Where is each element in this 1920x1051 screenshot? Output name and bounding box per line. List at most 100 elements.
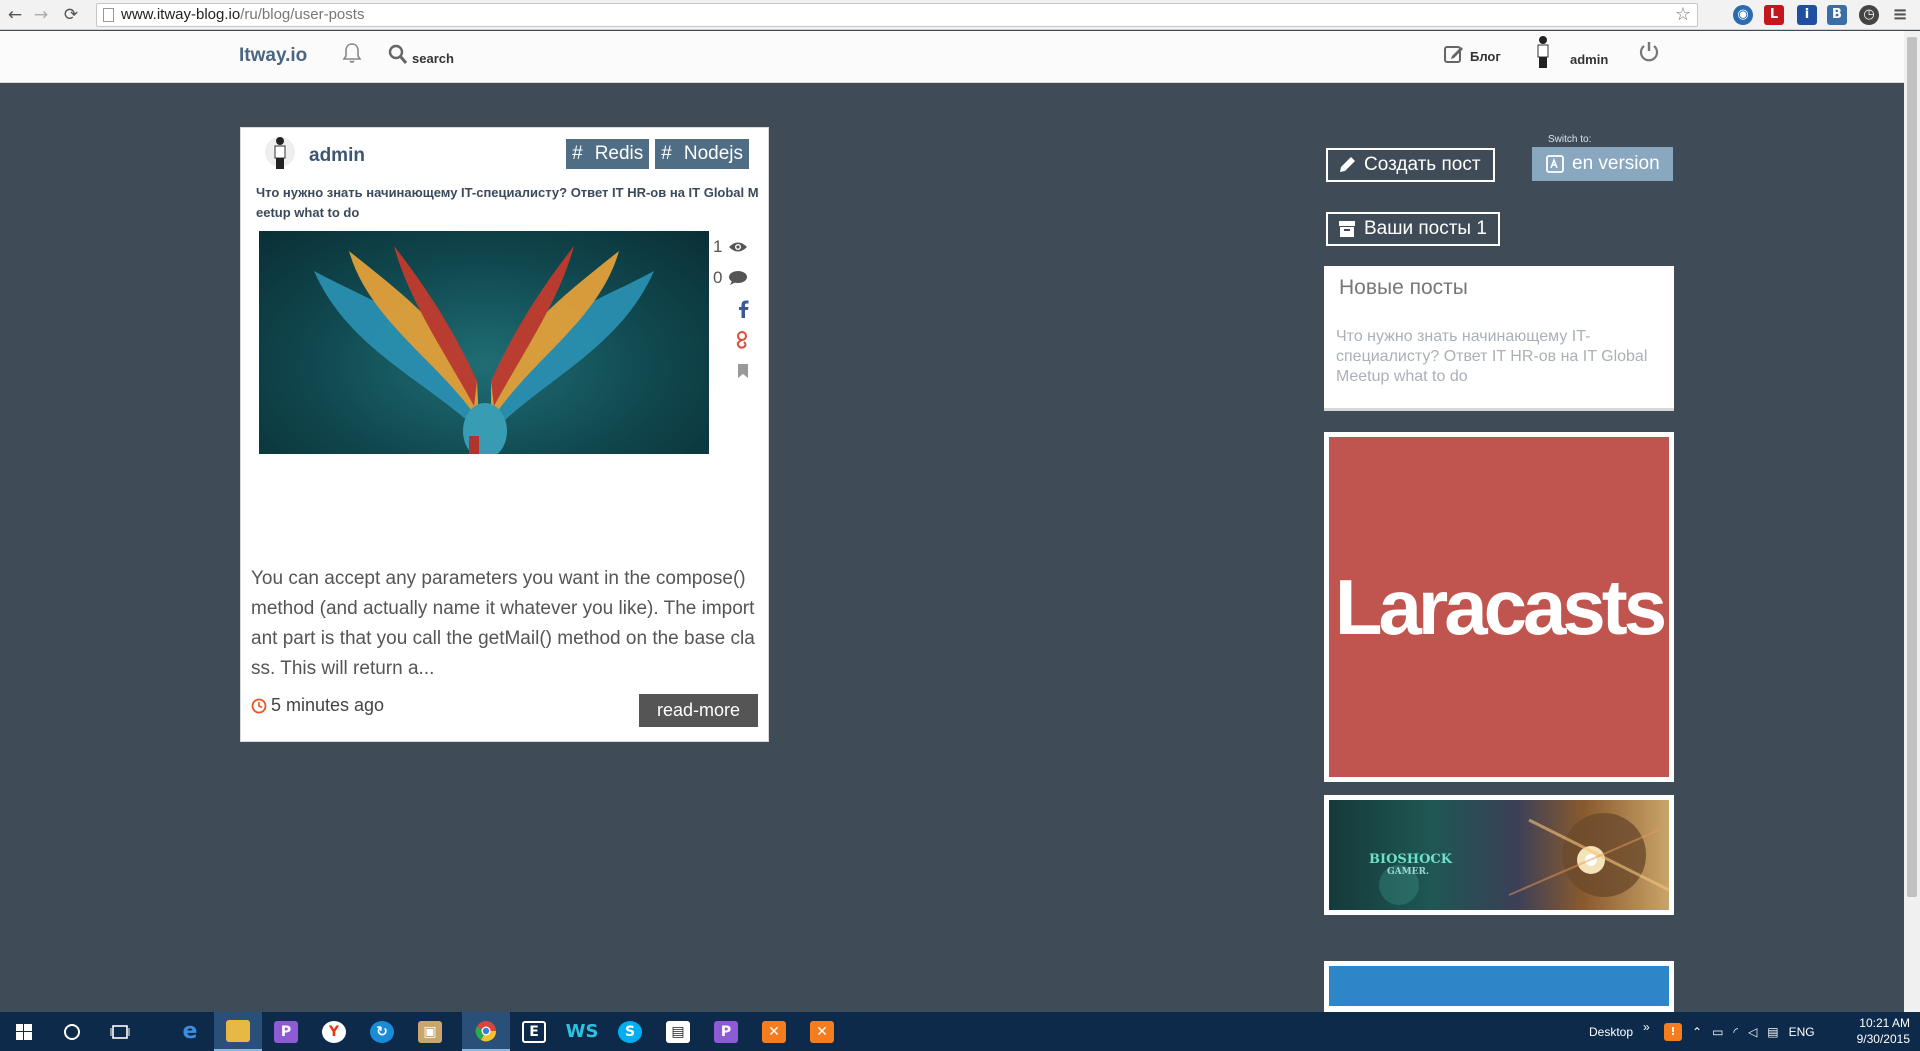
bioshock-subtitle: GAMER.	[1387, 867, 1430, 877]
laracasts-banner: Laracasts	[1329, 437, 1669, 777]
power-icon[interactable]	[1638, 41, 1660, 63]
site-logo[interactable]: Itway.io	[239, 45, 307, 67]
taskbar-skype[interactable]: S	[606, 1012, 654, 1051]
laracasts-ad[interactable]: Laracasts	[1324, 432, 1674, 782]
vk-extension-icon[interactable]: B	[1827, 5, 1847, 25]
xampp-tray-icon[interactable]: !	[1664, 1022, 1682, 1041]
taskbar-edge[interactable]: e	[166, 1012, 214, 1051]
author-name[interactable]: admin	[309, 145, 365, 167]
post-title[interactable]: Что нужно знать начинающему IT-специалис…	[256, 183, 761, 223]
switch-label: Switch to:	[1548, 134, 1592, 145]
create-post-button[interactable]: Создать пост	[1326, 148, 1495, 182]
back-button[interactable]: ←	[4, 4, 26, 26]
bioshock-title: BIOSHOCK GAMER.	[1369, 852, 1452, 877]
desktop-toolbar[interactable]: Desktop »	[1589, 1012, 1650, 1051]
webstorm-icon: WS	[565, 1021, 599, 1042]
taskbar-xampp-2[interactable]: ✕	[798, 1012, 846, 1051]
bookmark-button[interactable]	[713, 355, 763, 386]
new-posts-widget: Новые посты Что нужно знать начинающему …	[1324, 266, 1674, 411]
archive-icon	[1339, 221, 1355, 237]
page-icon	[103, 8, 114, 22]
phpstorm-icon: P	[714, 1020, 738, 1043]
blog-link[interactable]: Блог	[1444, 43, 1501, 64]
bookmark-star-icon[interactable]: ☆	[1675, 4, 1691, 26]
bioshock-ad[interactable]: BIOSHOCK GAMER.	[1324, 795, 1674, 915]
reload-icon: ⟳	[63, 5, 79, 25]
facebook-share[interactable]	[713, 293, 763, 324]
forward-button[interactable]: →	[30, 4, 52, 26]
url-host: www.itway-blog.io	[121, 6, 241, 23]
task-view-button[interactable]	[96, 1012, 144, 1051]
post-card: admin # Redis # Nodejs Что нужно знать н…	[240, 127, 769, 742]
lastpass-extension-icon[interactable]: L	[1764, 5, 1784, 25]
new-posts-title: Новые посты	[1339, 276, 1468, 299]
new-post-link[interactable]: Что нужно знать начинающему IT-специалис…	[1336, 327, 1668, 387]
scrollbar-thumb[interactable]	[1907, 37, 1917, 897]
volume-icon[interactable]: ◁	[1748, 1025, 1757, 1039]
wifi-icon[interactable]: ◜	[1733, 1025, 1738, 1039]
en-version-button[interactable]: en version	[1532, 147, 1673, 181]
views-count: 1	[713, 236, 723, 256]
tag-hash: #	[661, 143, 672, 164]
bookmark-icon	[738, 363, 748, 378]
taskbar-chrome[interactable]	[462, 1012, 510, 1051]
bioshock-title-text: BIOSHOCK	[1369, 852, 1453, 867]
taskbar-webstorm[interactable]: WS	[558, 1012, 606, 1051]
taskbar-yandex[interactable]: Y	[310, 1012, 358, 1051]
system-clock[interactable]: 10:21 AM 9/30/2015	[1857, 1015, 1910, 1047]
taskbar-phpstorm-2[interactable]: P	[702, 1012, 750, 1051]
tray-expand-icon[interactable]: ⌃	[1692, 1025, 1702, 1039]
post-time-text: 5 minutes ago	[271, 695, 385, 715]
clock-time: 10:21 AM	[1859, 1016, 1910, 1030]
page-scrollbar[interactable]	[1904, 31, 1920, 1012]
notification-icon[interactable]: ▤	[1767, 1025, 1778, 1039]
phpstorm-icon: P	[274, 1020, 298, 1043]
bell-icon[interactable]	[340, 41, 364, 65]
taskbar-explorer[interactable]	[214, 1012, 262, 1051]
your-posts-button[interactable]: Ваши посты 1	[1326, 212, 1500, 246]
chrome-menu-icon[interactable]: ≡	[1890, 5, 1910, 25]
blue-ad[interactable]	[1324, 961, 1674, 1012]
search-trigger[interactable]: search	[388, 43, 454, 67]
tag-redis[interactable]: # Redis	[566, 139, 650, 169]
taskbar-editor[interactable]: E	[510, 1012, 558, 1051]
pencil-icon	[1340, 157, 1355, 172]
author-avatar[interactable]	[265, 134, 295, 170]
task-view-icon	[110, 1024, 130, 1039]
media-icon: ▣	[418, 1020, 442, 1043]
clock-extension-icon[interactable]: ◷	[1859, 5, 1879, 25]
battery-icon[interactable]: ▭	[1712, 1025, 1723, 1039]
post-stats: 1 0	[713, 231, 763, 386]
cortana-button[interactable]	[48, 1012, 96, 1051]
post-time: 5 minutes ago	[251, 695, 384, 716]
google-plus-icon	[736, 330, 747, 349]
tag-hash: #	[572, 143, 583, 164]
edge-icon: e	[182, 1019, 198, 1044]
globe-extension-icon[interactable]: ◉	[1733, 5, 1753, 25]
facebook-icon	[739, 300, 749, 318]
tag-list: # Redis # Nodejs	[566, 139, 749, 169]
taskbar-app[interactable]: ↻	[358, 1012, 406, 1051]
clock-date: 9/30/2015	[1856, 1032, 1910, 1046]
taskbar-xampp[interactable]: ✕	[750, 1012, 798, 1051]
windows-logo-icon	[16, 1023, 32, 1040]
avatar	[1537, 36, 1549, 68]
yandex-icon: Y	[322, 1020, 346, 1043]
user-menu[interactable]: admin	[1534, 35, 1608, 69]
taskbar-video[interactable]: ▤	[654, 1012, 702, 1051]
address-bar[interactable]: www.itway-blog.io/ru/blog/user-posts ☆	[96, 3, 1698, 27]
post-image[interactable]	[259, 231, 709, 454]
clock-icon	[251, 698, 267, 713]
info-extension-icon[interactable]: i	[1797, 5, 1817, 25]
language-indicator[interactable]: ENG	[1789, 1025, 1815, 1039]
reload-button[interactable]: ⟳	[60, 4, 82, 26]
tag-nodejs[interactable]: # Nodejs	[655, 139, 749, 169]
forward-arrow-icon: →	[33, 5, 49, 25]
eye-icon	[729, 242, 748, 251]
start-button[interactable]	[0, 1012, 48, 1051]
taskbar-phpstorm[interactable]: P	[262, 1012, 310, 1051]
read-more-button[interactable]: read-more	[639, 694, 758, 727]
google-share[interactable]	[713, 324, 763, 355]
taskbar-media[interactable]: ▣	[406, 1012, 454, 1051]
edit-icon	[1444, 45, 1463, 63]
